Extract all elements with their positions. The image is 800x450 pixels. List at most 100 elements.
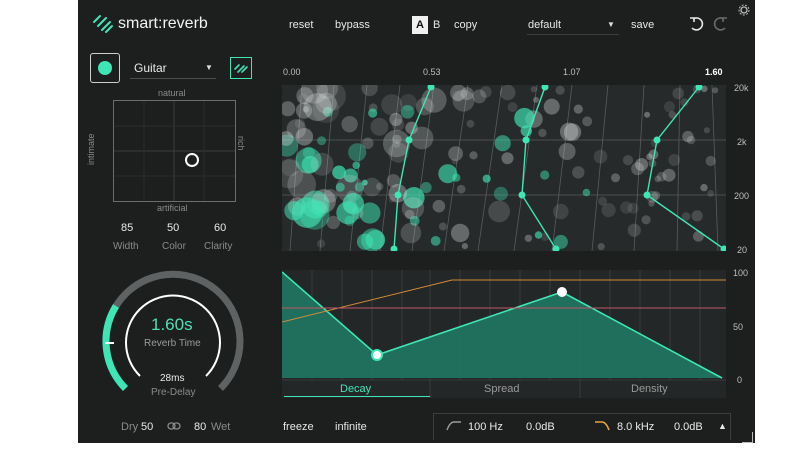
dry-value[interactable]: 50 — [141, 421, 153, 433]
preset-select[interactable]: default — [528, 19, 561, 31]
decay-handle — [643, 191, 651, 199]
high-cut-gain[interactable]: 0.0dB — [674, 421, 703, 433]
color-label: Color — [162, 241, 186, 252]
spectrum-particle — [326, 215, 340, 230]
spectrum-particle — [389, 112, 403, 126]
spectrum-particle — [482, 174, 491, 183]
window-resize-icon[interactable] — [742, 432, 753, 443]
time-tick-0: 0.00 — [283, 67, 301, 77]
spectrum-particle — [430, 236, 441, 246]
spectrum-particle — [342, 192, 364, 215]
spectrum-particle — [284, 201, 304, 221]
copy-button[interactable]: copy — [454, 19, 477, 31]
spectrum-particle — [287, 170, 316, 199]
infinite-button[interactable]: infinite — [335, 421, 367, 433]
reverb-time-value: 1.60s — [151, 315, 193, 334]
tab-decay[interactable]: Decay — [340, 383, 371, 395]
undo-icon[interactable] — [687, 14, 707, 34]
high-cut-frequency[interactable]: 8.0 kHz — [617, 421, 654, 433]
spectrum-particle — [635, 158, 649, 171]
spectrum-particle — [644, 111, 651, 118]
reset-button[interactable]: reset — [289, 19, 313, 31]
bypass-button[interactable]: bypass — [335, 19, 370, 31]
clarity-value[interactable]: 60 — [214, 222, 226, 234]
color-value[interactable]: 50 — [167, 222, 179, 234]
profile-dropdown-icon[interactable]: ▼ — [205, 63, 213, 72]
spectrum-particle — [558, 143, 576, 160]
save-button[interactable]: save — [631, 19, 654, 31]
learn-button[interactable] — [90, 53, 120, 83]
wet-value[interactable]: 80 — [194, 421, 206, 433]
freeze-button[interactable]: freeze — [283, 421, 314, 433]
xy-pad-handle[interactable] — [185, 153, 199, 167]
spectrum-particle — [611, 173, 620, 183]
spectrum-particle — [362, 177, 382, 197]
spectrum-particle — [703, 127, 710, 134]
profile-select[interactable]: Guitar — [134, 61, 167, 75]
spectrum-particle — [543, 98, 560, 115]
waveform-icon[interactable] — [230, 57, 252, 79]
spectrum-particle — [368, 108, 378, 118]
low-cut-frequency[interactable]: 100 Hz — [468, 421, 503, 433]
low-cut-icon — [446, 421, 461, 431]
settings-icon[interactable] — [738, 4, 750, 16]
link-icon[interactable] — [167, 421, 181, 431]
spectrum-particle — [597, 243, 605, 251]
spectrum-particle — [400, 222, 422, 244]
spectrum-particle — [712, 87, 719, 94]
eq-expand-icon[interactable]: ▲ — [718, 421, 727, 431]
spectrum-particle — [507, 102, 518, 113]
preset-underline — [527, 34, 619, 35]
spectrum-particle — [533, 96, 539, 103]
profile-underline — [130, 78, 216, 79]
envelope-handle-1 — [371, 349, 383, 361]
spectrum-particle — [461, 243, 468, 250]
ab-button-a[interactable]: A — [412, 16, 428, 34]
spectrum-particle — [450, 223, 470, 243]
spectrum-particle — [448, 146, 463, 161]
spectrum-particle — [311, 200, 327, 216]
envelope-handle-2 — [557, 287, 567, 297]
spectrum-particle — [582, 116, 593, 127]
width-label: Width — [113, 241, 139, 252]
spectrum-particle — [466, 119, 475, 128]
spectrum-particle — [601, 203, 616, 218]
spectrum-particle — [693, 230, 704, 242]
preset-dropdown-icon[interactable]: ▼ — [607, 20, 615, 29]
decay-handle — [405, 136, 413, 144]
tab-density[interactable]: Density — [631, 383, 668, 395]
learn-indicator-icon — [98, 61, 112, 75]
tab-decay-underline — [284, 396, 430, 397]
spectrum-particle — [524, 234, 533, 242]
spectrum-particle — [450, 85, 467, 101]
tab-spread[interactable]: Spread — [484, 383, 519, 395]
spectrum-particle — [593, 149, 608, 164]
pre-delay-value[interactable]: 28ms — [160, 373, 184, 384]
spectrum-particle — [499, 85, 516, 101]
envelope-editor[interactable] — [282, 270, 726, 398]
spectrum-particle — [438, 222, 447, 231]
freq-tick-20k: 20k — [734, 83, 749, 93]
xy-label-right: rich — [236, 136, 246, 151]
ab-button-b[interactable]: B — [433, 19, 440, 31]
spectrum-particle — [494, 135, 511, 152]
spectrum-particle — [294, 118, 305, 129]
env-tick-50: 50 — [733, 322, 744, 332]
freq-tick-2k: 2k — [737, 137, 747, 147]
xy-pad[interactable] — [113, 100, 236, 202]
spectrum-particle — [656, 171, 667, 182]
spectrum-display[interactable] — [282, 85, 726, 251]
spectrum-particle — [335, 182, 345, 192]
spectrum-particle — [323, 189, 338, 203]
spectrum-particle — [540, 170, 550, 180]
redo-icon[interactable] — [710, 14, 730, 34]
spectrum-particle — [404, 209, 415, 220]
spectrum-particle — [438, 164, 458, 184]
decay-handle — [522, 136, 530, 144]
low-cut-gain[interactable]: 0.0dB — [526, 421, 555, 433]
width-value[interactable]: 85 — [121, 222, 133, 234]
spectrum-particle — [501, 152, 514, 165]
spectrum-particle — [469, 151, 478, 160]
spectrum-particle — [707, 190, 715, 197]
spectrum-particle — [573, 104, 583, 114]
